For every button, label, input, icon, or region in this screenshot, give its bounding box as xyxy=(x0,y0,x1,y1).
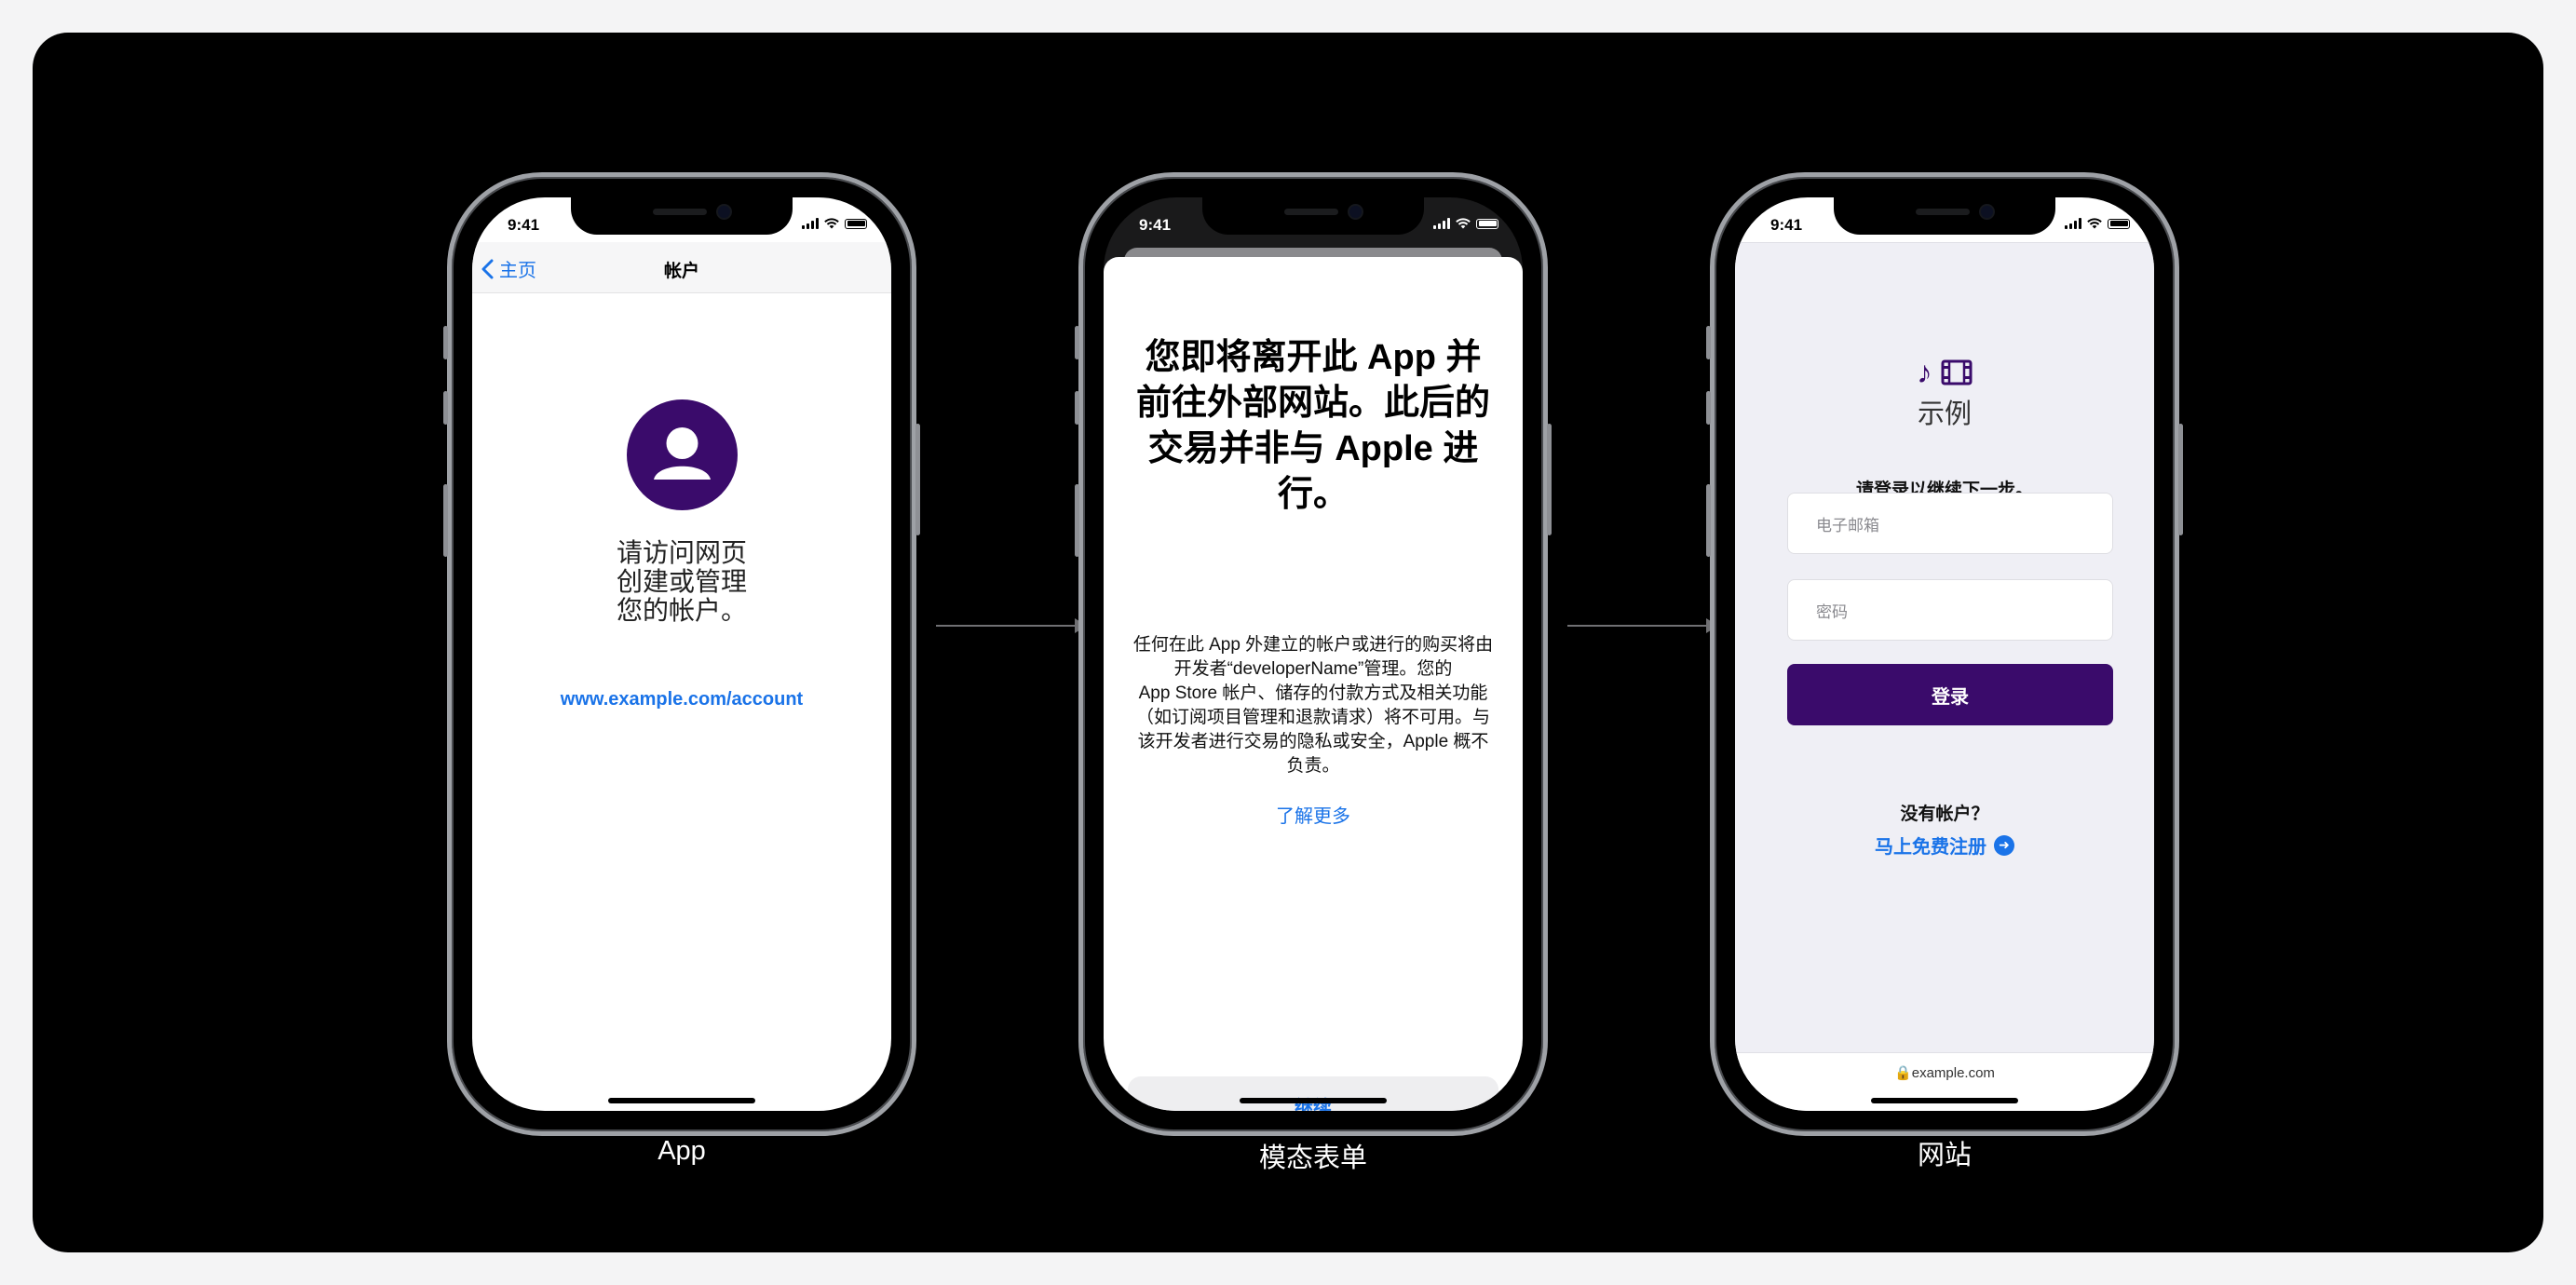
wifi-icon xyxy=(1456,218,1471,229)
nav-title: 帐户 xyxy=(663,262,699,281)
cellular-signal-icon xyxy=(802,218,819,229)
film-icon xyxy=(1941,359,1973,386)
battery-icon xyxy=(1476,218,1498,229)
phone-app: 9:41 主页 帐户 请访问网页 创建或管理 您的帐户。 www.example… xyxy=(443,172,920,1136)
status-time: 9:41 xyxy=(1770,216,1803,234)
home-indicator xyxy=(608,1098,755,1103)
cellular-signal-icon xyxy=(2065,218,2081,229)
continue-button[interactable]: 继续 xyxy=(1128,1076,1498,1111)
email-field[interactable]: 电子邮箱 xyxy=(1787,493,2113,554)
phone-website: 9:41 ♪ 示例 请登录以继续下一步。 电子邮箱 密码 登录 没有帐户？ 马上… xyxy=(1706,172,2183,1136)
sheet-body: 任何在此 App 外建立的帐户或进行的购买将由 开发者“developerNam… xyxy=(1132,635,1494,776)
url-text: 🔒example.com xyxy=(1894,1065,1995,1081)
signin-button[interactable]: 登录 xyxy=(1787,664,2113,725)
battery-icon xyxy=(2108,218,2130,229)
navigation-bar: 主页 帐户 xyxy=(472,242,891,293)
app-screen: 9:41 主页 帐户 请访问网页 创建或管理 您的帐户。 www.example… xyxy=(472,197,891,1111)
home-indicator xyxy=(1871,1098,2018,1103)
notch xyxy=(1834,197,2055,235)
arrow-right-circle-icon: ➜ xyxy=(1994,834,2014,856)
phone-modal-sheet: 9:41 您即将离开此 App 并 前往外部网站。此后的 交易并非与 Apple… xyxy=(1075,172,1552,1136)
caption-app: App xyxy=(658,1136,706,1166)
status-time: 9:41 xyxy=(508,216,540,234)
register-link[interactable]: 马上免费注册 ➜ xyxy=(1735,832,2154,859)
website-screen: 9:41 ♪ 示例 请登录以继续下一步。 电子邮箱 密码 登录 没有帐户？ 马上… xyxy=(1735,197,2154,1111)
web-content: ♪ 示例 请登录以继续下一步。 电子邮箱 密码 登录 没有帐户？ 马上免费注册 … xyxy=(1735,242,2154,1053)
logo-icons: ♪ xyxy=(1735,355,2154,390)
status-time: 9:41 xyxy=(1139,216,1172,234)
register-label: 马上免费注册 xyxy=(1875,837,1986,858)
no-account-label: 没有帐户？ xyxy=(1900,805,1989,824)
site-name: 示例 xyxy=(1917,399,1972,429)
account-message: 请访问网页 创建或管理 您的帐户。 xyxy=(616,538,747,625)
modal-sheet: 您即将离开此 App 并 前往外部网站。此后的 交易并非与 Apple 进 行。… xyxy=(1104,257,1523,1111)
wifi-icon xyxy=(824,218,839,229)
notch xyxy=(571,197,793,235)
presentation-stage: 9:41 主页 帐户 请访问网页 创建或管理 您的帐户。 www.example… xyxy=(33,33,2543,1252)
account-link[interactable]: www.example.com/account xyxy=(472,689,891,710)
home-indicator xyxy=(1240,1098,1387,1103)
wifi-icon xyxy=(2087,218,2102,229)
caption-website: 网站 xyxy=(1917,1141,1972,1170)
notch xyxy=(1202,197,1424,235)
music-note-icon: ♪ xyxy=(1917,355,1932,389)
cellular-signal-icon xyxy=(1433,218,1450,229)
battery-icon xyxy=(845,218,867,229)
password-field[interactable]: 密码 xyxy=(1787,579,2113,641)
sheet-title: 您即将离开此 App 并 前往外部网站。此后的 交易并非与 Apple 进 行。 xyxy=(1135,338,1490,514)
learn-more-link[interactable]: 了解更多 xyxy=(1104,801,1523,828)
caption-modal-sheet: 模态表单 xyxy=(1258,1143,1367,1173)
flow-arrow-1 xyxy=(936,618,1087,633)
person-icon xyxy=(627,399,738,510)
sheet-screen: 9:41 您即将离开此 App 并 前往外部网站。此后的 交易并非与 Apple… xyxy=(1104,197,1523,1111)
flow-arrow-2 xyxy=(1567,618,1718,633)
